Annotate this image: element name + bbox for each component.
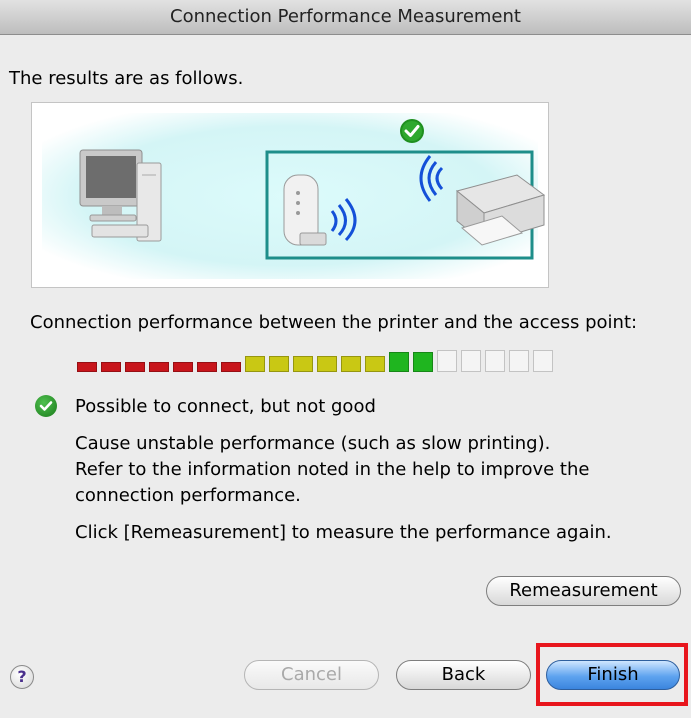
meter-segment [389, 352, 409, 372]
meter-segment [149, 362, 169, 372]
meter-segment [365, 356, 385, 372]
meter-segment [269, 356, 289, 372]
remeasure-hint: Click [Remeasurement] to measure the per… [75, 522, 612, 543]
computer-icon [79, 149, 162, 242]
meter-segment [461, 350, 481, 372]
status-detail-line-2: Refer to the information noted in the he… [75, 459, 590, 480]
status-title: Possible to connect, but not good [75, 396, 376, 417]
window-titlebar: Connection Performance Measurement [0, 0, 691, 35]
connection-illustration [31, 102, 549, 288]
meter-segment [317, 356, 337, 372]
remeasurement-button[interactable]: Remeasurement [486, 576, 681, 606]
meter-segment [101, 362, 121, 372]
meter-segment [245, 356, 265, 372]
success-check-icon [400, 119, 424, 143]
intro-text: The results are as follows. [9, 68, 244, 89]
meter-segment [77, 362, 97, 372]
meter-segment [509, 350, 529, 372]
finish-highlight-box [536, 643, 688, 706]
meter-segment [293, 356, 313, 372]
performance-label: Connection performance between the print… [30, 312, 638, 333]
meter-segment [125, 362, 145, 372]
status-detail-line-3: connection performance. [75, 485, 301, 506]
signal-strength-meter [77, 349, 557, 373]
status-check-icon [35, 395, 57, 417]
meter-segment [173, 362, 193, 372]
meter-segment [485, 350, 505, 372]
meter-segment [197, 362, 217, 372]
meter-segment [437, 350, 457, 372]
meter-segment [533, 350, 553, 372]
meter-segment [413, 352, 433, 372]
window-title: Connection Performance Measurement [170, 6, 521, 27]
cancel-button[interactable]: Cancel [244, 660, 379, 690]
status-detail-line-1: Cause unstable performance (such as slow… [75, 433, 551, 454]
help-button[interactable]: ? [10, 665, 34, 689]
meter-segment [221, 362, 241, 372]
network-diagram [42, 113, 546, 279]
back-button[interactable]: Back [396, 660, 531, 690]
meter-segment [341, 356, 361, 372]
